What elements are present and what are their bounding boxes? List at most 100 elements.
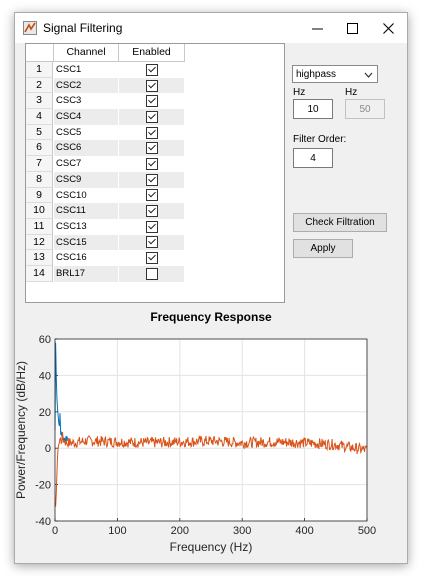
table-row: 4 CSC4 [26, 109, 184, 125]
enabled-cell [119, 77, 184, 94]
title-bar[interactable]: Signal Filtering [15, 13, 407, 43]
channel-cell[interactable]: CSC10 [54, 188, 118, 204]
enabled-cell [119, 125, 184, 141]
enabled-cell [119, 234, 184, 251]
table-row: 12 CSC15 [26, 234, 184, 251]
enabled-cell [119, 219, 184, 235]
enabled-checkbox[interactable] [145, 252, 158, 265]
matlab-icon [23, 21, 37, 35]
y-tick-label: 0 [45, 443, 51, 455]
enabled-cell [119, 109, 184, 125]
y-axis-label: Power/Frequency (dB/Hz) [15, 361, 28, 499]
filter-order-input[interactable]: 4 [293, 148, 333, 168]
enabled-cell [119, 265, 184, 282]
channel-cell[interactable]: CSC5 [54, 125, 118, 141]
enabled-checkbox[interactable] [145, 189, 158, 202]
table-row: 3 CSC3 [26, 93, 184, 110]
x-tick-label: 500 [358, 525, 376, 537]
table-row: 11 CSC13 [26, 218, 184, 235]
row-number-header [26, 44, 54, 62]
channel-cell[interactable]: CSC1 [54, 62, 118, 78]
row-number: 14 [26, 265, 53, 282]
chart-title: Frequency Response [150, 310, 272, 324]
enabled-checkbox[interactable] [145, 157, 158, 170]
frequency-response-chart: 0 100 200 300 400 5006040200-20-40Frequency (… [15, 334, 376, 554]
channel-cell[interactable]: BRL17 [54, 265, 118, 282]
table-row: 1 CSC1 [26, 62, 184, 78]
enabled-checkbox[interactable] [145, 63, 158, 76]
row-number: 12 [26, 234, 53, 251]
table-row: 10 CSC11 [26, 203, 184, 219]
table-row: 2 CSC2 [26, 77, 184, 94]
enabled-checkbox[interactable] [145, 95, 158, 108]
close-button[interactable] [370, 13, 406, 43]
channel-cell[interactable]: CSC11 [54, 203, 118, 219]
channel-cell[interactable]: CSC4 [54, 109, 118, 125]
filter-type-value: highpass [296, 69, 337, 80]
channel-cell[interactable]: CSC13 [54, 219, 118, 235]
table-row: 14 BRL17 [26, 265, 184, 282]
y-tick-label: 60 [39, 334, 51, 346]
enabled-checkbox[interactable] [145, 79, 158, 92]
enabled-checkbox[interactable] [145, 110, 158, 123]
y-tick-label: -20 [35, 480, 51, 492]
channel-cell[interactable]: CSC2 [54, 77, 118, 94]
table-row: 7 CSC7 [26, 156, 184, 172]
enabled-checkbox[interactable] [145, 173, 158, 186]
channel-cell[interactable]: CSC6 [54, 140, 118, 157]
channel-cell[interactable]: CSC15 [54, 234, 118, 251]
y-tick-label: 40 [39, 370, 51, 382]
x-tick-label: 0 [52, 525, 58, 537]
window-title: Signal Filtering [43, 21, 123, 35]
maximize-button[interactable] [334, 13, 370, 43]
channel-table[interactable]: Channel Enabled 1 CSC1 2 CSC2 3 CSC3 4 CSC4 5 CSC… [25, 43, 285, 303]
plot-area [55, 339, 367, 521]
table-row: 13 CSC16 [26, 250, 184, 266]
filter-type-dropdown[interactable]: highpass [292, 65, 378, 83]
x-tick-label: 300 [233, 525, 251, 537]
enabled-cell [119, 203, 184, 219]
x-axis-label: Frequency (Hz) [170, 540, 253, 554]
signal-filtering-window: Signal Filtering Channel Enabled 1 CSC1 2 C… [14, 12, 408, 564]
enabled-cell [119, 156, 184, 172]
low-cutoff-hz-label: Hz [293, 87, 306, 98]
row-number: 10 [26, 203, 53, 219]
channel-cell[interactable]: CSC16 [54, 250, 118, 266]
enabled-checkbox[interactable] [145, 220, 158, 233]
low-cutoff-input[interactable]: 10 [293, 99, 333, 119]
high-cutoff-hz-label: Hz [345, 87, 358, 98]
row-number: 11 [26, 218, 53, 235]
row-number: 6 [26, 140, 53, 157]
enabled-checkbox[interactable] [145, 267, 158, 280]
enabled-column-header[interactable]: Enabled [119, 44, 185, 62]
channel-cell[interactable]: CSC7 [54, 156, 118, 172]
chevron-down-icon [364, 66, 373, 90]
enabled-checkbox[interactable] [145, 205, 158, 218]
row-number: 5 [26, 124, 53, 141]
table-row: 9 CSC10 [26, 187, 184, 204]
row-number: 8 [26, 171, 53, 188]
apply-button[interactable]: Apply [293, 239, 353, 258]
enabled-cell [119, 62, 184, 78]
check-filtration-button[interactable]: Check Filtration [293, 213, 387, 232]
enabled-checkbox[interactable] [145, 236, 158, 249]
channel-cell[interactable]: CSC9 [54, 171, 118, 188]
table-row: 8 CSC9 [26, 171, 184, 188]
x-tick-label: 400 [295, 525, 313, 537]
enabled-cell [119, 171, 184, 188]
enabled-cell [119, 188, 184, 204]
row-number: 4 [26, 109, 53, 125]
row-number: 2 [26, 77, 53, 94]
table-row: 6 CSC6 [26, 140, 184, 157]
row-number: 1 [26, 62, 53, 78]
row-number: 9 [26, 187, 53, 204]
channel-cell[interactable]: CSC3 [54, 93, 118, 109]
channel-column-header[interactable]: Channel [54, 44, 119, 62]
enabled-checkbox[interactable] [145, 142, 158, 155]
close-icon [382, 22, 394, 34]
minimize-button[interactable] [299, 13, 335, 43]
enabled-cell [119, 140, 184, 157]
x-tick-label: 100 [108, 525, 126, 537]
row-number: 13 [26, 250, 53, 266]
enabled-checkbox[interactable] [145, 126, 158, 139]
